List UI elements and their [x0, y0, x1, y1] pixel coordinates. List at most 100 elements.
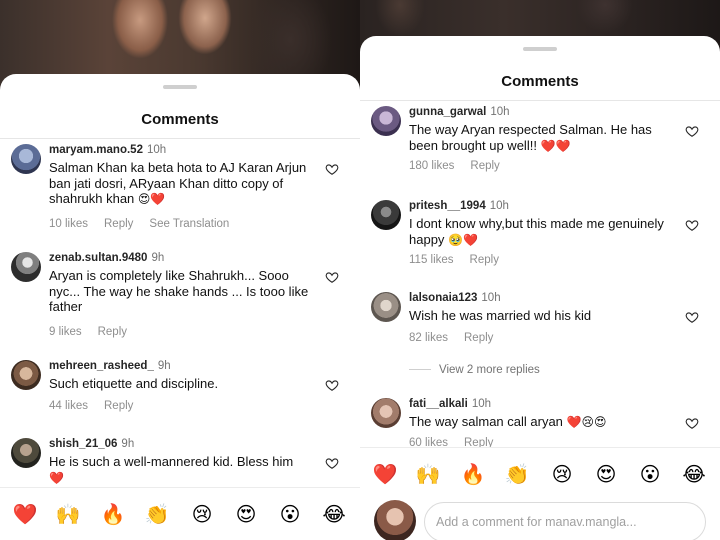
surprised-face-emoji-button[interactable]: 😮 [276, 500, 304, 528]
username-text[interactable]: lalsonaia123 [409, 292, 477, 304]
see-translation-link[interactable]: See Translation [149, 218, 229, 230]
heart-outline-icon[interactable] [325, 162, 339, 176]
heart-outline-icon[interactable] [325, 270, 339, 284]
comment-meta: 82 likes Reply [409, 332, 509, 344]
comment-username[interactable]: zenab.sultan.9480 9h [49, 252, 164, 264]
reply-link[interactable]: Reply [104, 218, 133, 230]
username-text[interactable]: shish_21_06 [49, 438, 117, 450]
comment-text: Aryan is completely like Shahrukh... Soo… [49, 268, 311, 315]
comment-composer [360, 494, 720, 540]
avatar[interactable] [371, 200, 401, 230]
comment-username[interactable]: maryam.mano.52 10h [49, 144, 166, 156]
crying-face-emoji-button[interactable]: 😢 [548, 460, 576, 488]
heart-outline-icon[interactable] [685, 218, 699, 232]
divider [0, 138, 360, 139]
clapping-hands-emoji-button[interactable]: 👏 [503, 460, 531, 488]
username-text[interactable]: mehreen_rasheed_ [49, 360, 154, 372]
reply-link[interactable]: Reply [464, 332, 493, 344]
comment-username[interactable]: lalsonaia123 10h [409, 292, 501, 304]
likes-count[interactable]: 44 likes [49, 400, 88, 412]
heart-outline-icon[interactable] [685, 124, 699, 138]
reply-link[interactable]: Reply [470, 160, 499, 172]
comment-emojis: ❤️❤️ [540, 138, 571, 153]
comment-meta: 9 likes Reply [49, 326, 143, 338]
tears-of-joy-emoji-button[interactable]: 😂 [680, 460, 708, 488]
comment-text: I dont know why,but this made me genuine… [409, 216, 671, 248]
username-text[interactable]: gunna_garwal [409, 106, 486, 118]
comment-time: 9h [151, 252, 165, 264]
likes-count[interactable]: 82 likes [409, 332, 448, 344]
comment-text: The way salman call aryan ❤️😢😍 [409, 414, 671, 431]
comment-emojis: ❤️ [49, 470, 64, 485]
comment-time: 10h [471, 398, 492, 410]
raising-hands-emoji-button[interactable]: 🙌 [54, 500, 82, 528]
current-user-avatar [374, 500, 416, 540]
comment-text: The way Aryan respected Salman. He has b… [409, 122, 671, 154]
view-replies-label[interactable]: View 2 more replies [439, 364, 540, 376]
comment-time: 10h [481, 292, 501, 304]
sheet-grabber[interactable] [523, 47, 557, 51]
comment-emojis: ❤️😢😍 [566, 415, 607, 429]
fire-emoji-button[interactable]: 🔥 [459, 460, 487, 488]
surprised-face-emoji-button[interactable]: 😮 [636, 460, 664, 488]
comment-username[interactable]: pritesh__1994 10h [409, 200, 509, 212]
comment-username[interactable]: shish_21_06 9h [49, 438, 134, 450]
comment-time: 10h [489, 200, 509, 212]
comment-meta: 180 likes Reply [409, 160, 516, 172]
crying-face-emoji-button[interactable]: 😢 [188, 500, 216, 528]
avatar[interactable] [371, 106, 401, 136]
comment-username[interactable]: gunna_garwal 10h [409, 106, 510, 118]
comment-body: Wish he was married wd his kid [409, 308, 592, 323]
red-heart-emoji-button[interactable]: ❤️ [371, 460, 399, 488]
heart-outline-icon[interactable] [685, 310, 699, 324]
avatar[interactable] [11, 360, 41, 390]
heart-outline-icon[interactable] [325, 378, 339, 392]
heart-outline-icon[interactable] [325, 456, 339, 470]
comment-body: Such etiquette and discipline. [49, 376, 219, 391]
comment-body: Salman Khan ka beta hota to AJ Karan Arj… [49, 160, 307, 206]
likes-count[interactable]: 115 likes [409, 254, 454, 266]
username-text[interactable]: maryam.mano.52 [49, 144, 143, 156]
avatar[interactable] [11, 252, 41, 282]
comment-time: 10h [146, 144, 167, 156]
likes-count[interactable]: 10 likes [49, 218, 88, 230]
username-text[interactable]: fati__alkali [409, 398, 468, 410]
reply-link[interactable]: Reply [470, 254, 499, 266]
username-text[interactable]: pritesh__1994 [409, 200, 486, 212]
clapping-hands-emoji-button[interactable]: 👏 [143, 500, 171, 528]
reply-thread-line [409, 369, 431, 371]
comment-meta: 10 likes Reply See Translation [49, 218, 245, 230]
comment-text: Salman Khan ka beta hota to AJ Karan Arj… [49, 160, 311, 208]
avatar[interactable] [371, 292, 401, 322]
red-heart-emoji-button[interactable]: ❤️ [11, 500, 39, 528]
emoji-reaction-bar: ❤️ 🙌 🔥 👏 😢 😍 😮 😂 [360, 447, 720, 501]
view-more-replies-link[interactable]: View 2 more replies [409, 364, 540, 376]
comment-username[interactable]: mehreen_rasheed_ 9h [49, 360, 171, 372]
comment-text: He is such a well-mannered kid. Bless hi… [49, 454, 311, 486]
comments-panel-right: Comments gunna_garwal 10h The way Aryan r… [360, 0, 720, 540]
divider [360, 100, 720, 101]
fire-emoji-button[interactable]: 🔥 [99, 500, 127, 528]
heart-eyes-emoji-button[interactable]: 😍 [232, 500, 260, 528]
comment-username[interactable]: fati__alkali 10h [409, 398, 491, 410]
avatar[interactable] [371, 398, 401, 428]
heart-eyes-emoji-button[interactable]: 😍 [592, 460, 620, 488]
comment-meta: 115 likes Reply [409, 254, 515, 266]
tears-of-joy-emoji-button[interactable]: 😂 [320, 500, 348, 528]
likes-count[interactable]: 180 likes [409, 160, 454, 172]
likes-count[interactable]: 9 likes [49, 326, 82, 338]
sheet-title: Comments [141, 111, 219, 128]
heart-outline-icon[interactable] [685, 416, 699, 430]
sheet-grabber[interactable] [163, 85, 197, 89]
avatar[interactable] [11, 144, 41, 174]
username-text[interactable]: zenab.sultan.9480 [49, 252, 147, 264]
reply-link[interactable]: Reply [104, 400, 133, 412]
comment-time: 9h [157, 360, 171, 372]
comment-body: The way Aryan respected Salman. He has b… [409, 122, 652, 153]
comment-meta: 44 likes Reply [49, 400, 149, 412]
reply-link[interactable]: Reply [98, 326, 127, 338]
comment-input[interactable] [424, 502, 706, 540]
avatar[interactable] [11, 438, 41, 468]
comment-time: 9h [121, 438, 135, 450]
raising-hands-emoji-button[interactable]: 🙌 [414, 460, 442, 488]
